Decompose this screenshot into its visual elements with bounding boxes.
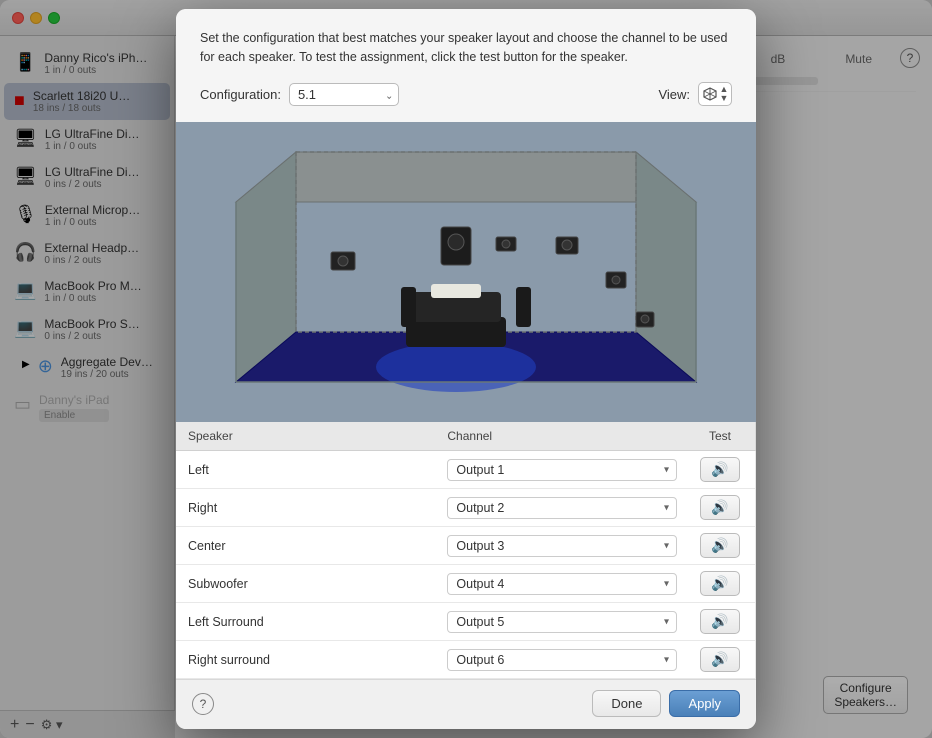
- table-row: Right Output 1Output 2Output 3Output 4Out…: [176, 489, 756, 527]
- done-button[interactable]: Done: [592, 690, 661, 717]
- view-label: View:: [658, 87, 690, 102]
- row-divider: [755, 527, 756, 565]
- test-cell: 🔊: [685, 603, 755, 641]
- channel-select-wrapper: Output 1Output 2Output 3Output 4Output 5…: [447, 611, 677, 633]
- apply-button[interactable]: Apply: [669, 690, 740, 717]
- view-3d-button[interactable]: ▲▼: [698, 82, 732, 106]
- table-row: Subwoofer Output 1Output 2Output 3Output …: [176, 565, 756, 603]
- row-divider: [755, 603, 756, 641]
- table-row: Right surround Output 1Output 2Output 3Ou…: [176, 641, 756, 679]
- test-button[interactable]: 🔊: [700, 495, 739, 520]
- test-col-header: Test: [685, 422, 755, 451]
- view-right: View: ▲▼: [658, 82, 732, 106]
- speaker-name: Right: [176, 489, 435, 527]
- channel-select-wrapper: Output 1Output 2Output 3Output 4Output 5…: [447, 459, 677, 481]
- channel-select[interactable]: Output 1Output 2Output 3Output 4Output 5…: [447, 611, 677, 633]
- config-select-wrapper: Stereo Quad 5.1 7.1: [289, 83, 399, 106]
- channel-cell: Output 1Output 2Output 3Output 4Output 5…: [435, 527, 685, 565]
- channel-cell: Output 1Output 2Output 3Output 4Output 5…: [435, 489, 685, 527]
- test-button[interactable]: 🔊: [700, 571, 739, 596]
- channel-col-header: Channel: [435, 422, 685, 451]
- table-row: Center Output 1Output 2Output 3Output 4Ou…: [176, 527, 756, 565]
- row-divider: [755, 489, 756, 527]
- speaker-table: Speaker Channel Test Left Output 1Output …: [176, 422, 756, 679]
- modal-config-row: Configuration: Stereo Quad 5.1 7.1 View:: [200, 82, 732, 106]
- modal-overlay: Set the configuration that best matches …: [0, 0, 932, 738]
- row-divider: [755, 641, 756, 679]
- divider-col: [755, 422, 756, 451]
- test-button[interactable]: 🔊: [700, 457, 739, 482]
- room-visualization: [176, 122, 756, 422]
- channel-cell: Output 1Output 2Output 3Output 4Output 5…: [435, 603, 685, 641]
- modal-footer: ? Done Apply: [176, 679, 756, 729]
- configure-speakers-modal: Set the configuration that best matches …: [176, 9, 756, 730]
- channel-select[interactable]: Output 1Output 2Output 3Output 4Output 5…: [447, 649, 677, 671]
- row-divider: [755, 451, 756, 489]
- test-cell: 🔊: [685, 489, 755, 527]
- channel-select-wrapper: Output 1Output 2Output 3Output 4Output 5…: [447, 649, 677, 671]
- config-left: Configuration: Stereo Quad 5.1 7.1: [200, 83, 399, 106]
- channel-cell: Output 1Output 2Output 3Output 4Output 5…: [435, 451, 685, 489]
- speaker-name: Left Surround: [176, 603, 435, 641]
- room-3d-svg: [176, 122, 756, 422]
- test-button[interactable]: 🔊: [700, 533, 739, 558]
- channel-select[interactable]: Output 1Output 2Output 3Output 4Output 5…: [447, 573, 677, 595]
- modal-description: Set the configuration that best matches …: [200, 29, 732, 67]
- channel-select[interactable]: Output 1Output 2Output 3Output 4Output 5…: [447, 535, 677, 557]
- test-cell: 🔊: [685, 527, 755, 565]
- speaker-name: Right surround: [176, 641, 435, 679]
- channel-select[interactable]: Output 1Output 2Output 3Output 4Output 5…: [447, 497, 677, 519]
- help-button-modal[interactable]: ?: [192, 693, 214, 715]
- table-row: Left Output 1Output 2Output 3Output 4Outp…: [176, 451, 756, 489]
- channel-cell: Output 1Output 2Output 3Output 4Output 5…: [435, 641, 685, 679]
- speaker-name: Subwoofer: [176, 565, 435, 603]
- speaker-name: Center: [176, 527, 435, 565]
- channel-select[interactable]: Output 1Output 2Output 3Output 4Output 5…: [447, 459, 677, 481]
- test-button[interactable]: 🔊: [700, 647, 739, 672]
- row-divider: [755, 565, 756, 603]
- speaker-name: Left: [176, 451, 435, 489]
- config-label: Configuration:: [200, 87, 281, 102]
- modal-top: Set the configuration that best matches …: [176, 9, 756, 123]
- cube-icon: [702, 86, 718, 102]
- channel-select-wrapper: Output 1Output 2Output 3Output 4Output 5…: [447, 573, 677, 595]
- test-cell: 🔊: [685, 451, 755, 489]
- config-select[interactable]: Stereo Quad 5.1 7.1: [289, 83, 399, 106]
- footer-buttons: Done Apply: [592, 690, 740, 717]
- test-cell: 🔊: [685, 641, 755, 679]
- channel-select-wrapper: Output 1Output 2Output 3Output 4Output 5…: [447, 497, 677, 519]
- speaker-col-header: Speaker: [176, 422, 435, 451]
- view-stepper-arrows: ▲▼: [720, 85, 729, 103]
- channel-select-wrapper: Output 1Output 2Output 3Output 4Output 5…: [447, 535, 677, 557]
- test-button[interactable]: 🔊: [700, 609, 739, 634]
- table-row: Left Surround Output 1Output 2Output 3Out…: [176, 603, 756, 641]
- test-cell: 🔊: [685, 565, 755, 603]
- channel-cell: Output 1Output 2Output 3Output 4Output 5…: [435, 565, 685, 603]
